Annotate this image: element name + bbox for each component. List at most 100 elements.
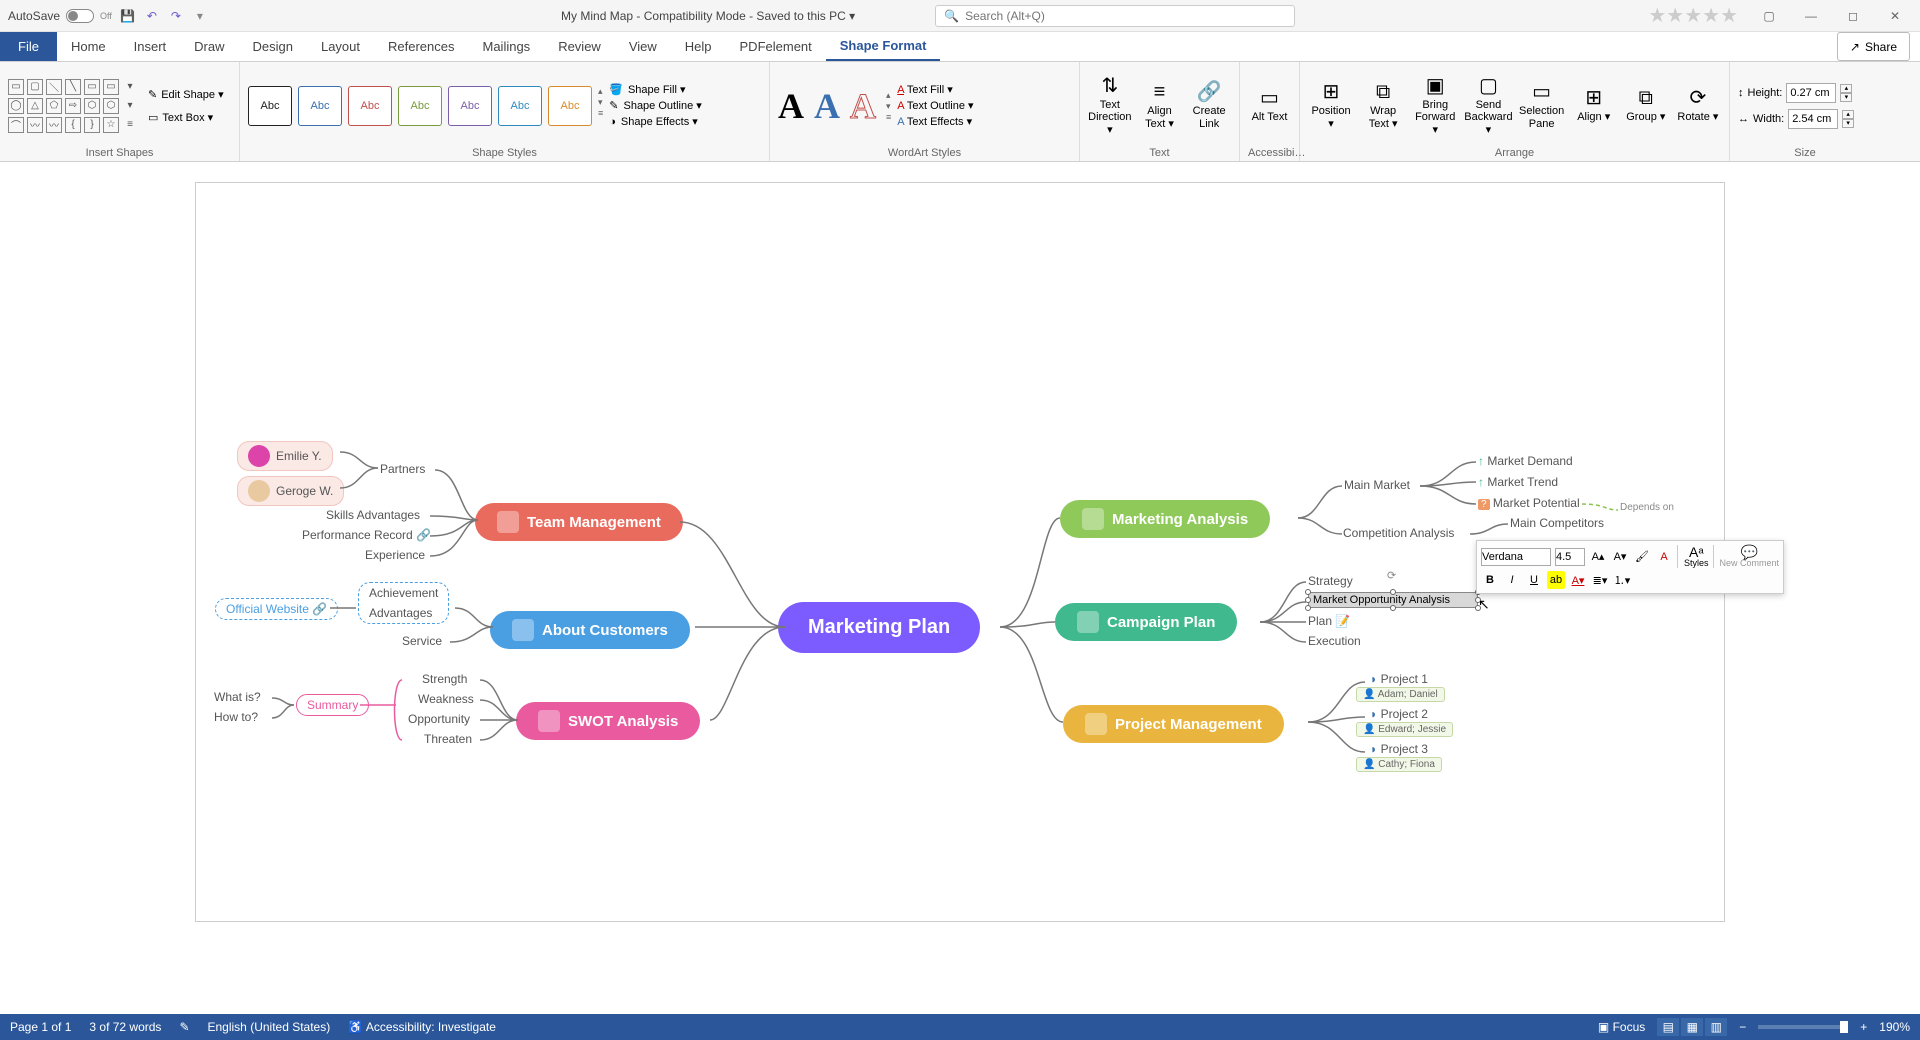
selection-handle[interactable] xyxy=(1305,597,1311,603)
autosave-toggle[interactable]: AutoSave Off xyxy=(8,9,112,23)
zoom-in-icon[interactable]: + xyxy=(1860,1020,1867,1034)
leaf-partner[interactable]: Emilie Y. xyxy=(237,441,333,471)
leaf-people[interactable]: 👤 Cathy; Fiona xyxy=(1356,757,1442,772)
style-swatch[interactable]: Abc xyxy=(248,86,292,126)
shape-outline-button[interactable]: ✎Shape Outline ▾ xyxy=(609,99,702,112)
numbering-icon[interactable]: ⒈▾ xyxy=(1613,571,1631,589)
mini-toolbar[interactable]: A▴ A▾ 🖌 A Aᵃ Styles 💬 New Comment B I U … xyxy=(1476,540,1784,594)
height-spinner[interactable]: ▴▾ xyxy=(1840,84,1852,102)
redo-icon[interactable]: ↷ xyxy=(168,8,184,24)
style-swatch[interactable]: Abc xyxy=(398,86,442,126)
node-campaign[interactable]: Campaign Plan xyxy=(1055,603,1237,641)
leaf[interactable]: Skills Advantages xyxy=(326,508,420,522)
web-layout-icon[interactable]: ▥ xyxy=(1705,1018,1727,1036)
document-area[interactable]: Marketing Plan Team Management About Cus… xyxy=(0,162,1920,1014)
tab-home[interactable]: Home xyxy=(57,32,120,61)
leaf[interactable]: ? Market Potential xyxy=(1478,496,1580,510)
shape-fill-button[interactable]: 🪣Shape Fill ▾ xyxy=(609,83,702,96)
leaf[interactable]: Service xyxy=(402,634,442,648)
leaf[interactable]: Execution xyxy=(1308,634,1361,648)
leaf[interactable]: What is? xyxy=(214,690,261,704)
tab-help[interactable]: Help xyxy=(671,32,726,61)
node-team[interactable]: Team Management xyxy=(475,503,683,541)
document-title[interactable]: My Mind Map - Compatibility Mode - Saved… xyxy=(561,9,855,23)
style-swatch[interactable]: Abc xyxy=(448,86,492,126)
alt-text-button[interactable]: ▭Alt Text xyxy=(1248,87,1291,123)
leaf[interactable]: ◗ Project 1 xyxy=(1370,672,1428,686)
wrap-text-button[interactable]: ⧉Wrap Text ▾ xyxy=(1360,81,1406,129)
style-swatch[interactable]: Abc xyxy=(498,86,542,126)
leaf-people[interactable]: 👤 Edward; Jessie xyxy=(1356,722,1453,737)
spellcheck-icon[interactable]: ✎ xyxy=(179,1020,189,1034)
highlight-icon[interactable]: ab xyxy=(1547,571,1565,589)
zoom-slider[interactable] xyxy=(1758,1025,1848,1029)
leaf[interactable]: ↑ Market Trend xyxy=(1478,475,1558,489)
save-icon[interactable]: 💾 xyxy=(120,8,136,24)
selection-handle[interactable] xyxy=(1305,589,1311,595)
underline-icon[interactable]: U xyxy=(1525,571,1543,589)
grow-font-icon[interactable]: A▴ xyxy=(1589,548,1607,566)
node-swot[interactable]: SWOT Analysis xyxy=(516,702,700,740)
zoom-out-icon[interactable]: − xyxy=(1739,1020,1746,1034)
status-accessibility[interactable]: ♿ Accessibility: Investigate xyxy=(348,1020,496,1034)
style-swatch[interactable]: Abc xyxy=(548,86,592,126)
position-button[interactable]: ⊞Position ▾ xyxy=(1308,81,1354,129)
selection-handle[interactable] xyxy=(1390,589,1396,595)
ribbon-display-icon[interactable]: ▢ xyxy=(1750,3,1788,29)
leaf[interactable]: Plan 📝 xyxy=(1308,614,1350,628)
create-link-button[interactable]: 🔗Create Link xyxy=(1187,81,1231,129)
toggle-off-icon[interactable] xyxy=(66,9,94,23)
tab-draw[interactable]: Draw xyxy=(180,32,238,61)
style-swatch[interactable]: Abc xyxy=(348,86,392,126)
rotate-handle-icon[interactable]: ⟳ xyxy=(1387,569,1396,582)
selection-handle[interactable] xyxy=(1390,605,1396,611)
tab-design[interactable]: Design xyxy=(239,32,307,61)
print-layout-icon[interactable]: ▦ xyxy=(1681,1018,1703,1036)
leaf[interactable]: Performance Record 🔗 xyxy=(302,528,431,542)
maximize-icon[interactable]: ◻ xyxy=(1834,3,1872,29)
leaf[interactable]: Main Market xyxy=(1344,478,1410,492)
qat-dropdown-icon[interactable]: ▾ xyxy=(192,8,208,24)
node-analysis[interactable]: Marketing Analysis xyxy=(1060,500,1270,538)
selected-text-box[interactable]: Market Opportunity Analysis ⟳ xyxy=(1308,592,1478,608)
bullets-icon[interactable]: ≣▾ xyxy=(1591,571,1609,589)
leaf[interactable]: Strategy xyxy=(1308,574,1353,588)
bring-forward-button[interactable]: ▣Bring Forward ▾ xyxy=(1412,75,1458,135)
align-text-button[interactable]: ≡Align Text ▾ xyxy=(1138,81,1182,129)
height-input[interactable] xyxy=(1786,83,1836,103)
focus-button[interactable]: ▣ Focus xyxy=(1598,1020,1645,1034)
leaf[interactable]: Weakness xyxy=(418,692,474,706)
rotate-button[interactable]: ⟳Rotate ▾ xyxy=(1675,87,1721,123)
leaf[interactable]: How to? xyxy=(214,710,258,724)
text-fill-button[interactable]: A Text Fill ▾ xyxy=(897,83,973,96)
tab-mailings[interactable]: Mailings xyxy=(469,32,545,61)
leaf-box[interactable]: Achievement Advantages xyxy=(358,582,449,624)
leaf[interactable]: Opportunity xyxy=(408,712,470,726)
search-input[interactable] xyxy=(965,9,1286,23)
read-mode-icon[interactable]: ▤ xyxy=(1657,1018,1679,1036)
selection-handle[interactable] xyxy=(1305,605,1311,611)
font-color-icon[interactable]: A▾ xyxy=(1569,571,1587,589)
styles-icon[interactable]: Aᵃ xyxy=(1689,545,1704,559)
style-swatch[interactable]: Abc xyxy=(298,86,342,126)
wordart-gallery[interactable]: A A A ▴▾≡ xyxy=(778,85,891,127)
mini-font-input[interactable] xyxy=(1481,548,1551,566)
share-button[interactable]: ↗Share xyxy=(1837,32,1910,61)
status-language[interactable]: English (United States) xyxy=(208,1020,331,1034)
align-button[interactable]: ⊞Align ▾ xyxy=(1571,87,1617,123)
undo-icon[interactable]: ↶ xyxy=(144,8,160,24)
leaf[interactable]: ↑ Market Demand xyxy=(1478,454,1573,468)
text-outline-button[interactable]: A Text Outline ▾ xyxy=(897,99,973,112)
zoom-value[interactable]: 190% xyxy=(1879,1020,1910,1034)
node-center[interactable]: Marketing Plan xyxy=(778,602,980,653)
node-customers[interactable]: About Customers xyxy=(490,611,690,649)
tab-view[interactable]: View xyxy=(615,32,671,61)
tab-insert[interactable]: Insert xyxy=(120,32,181,61)
shrink-font-icon[interactable]: A▾ xyxy=(1611,548,1629,566)
leaf[interactable]: Competition Analysis xyxy=(1343,526,1454,540)
mini-size-input[interactable] xyxy=(1555,548,1585,566)
leaf[interactable]: ◗ Project 3 xyxy=(1370,742,1428,756)
leaf-summary[interactable]: Summary xyxy=(296,694,369,716)
node-project[interactable]: Project Management xyxy=(1063,705,1284,743)
leaf-partner[interactable]: Geroge W. xyxy=(237,476,344,506)
